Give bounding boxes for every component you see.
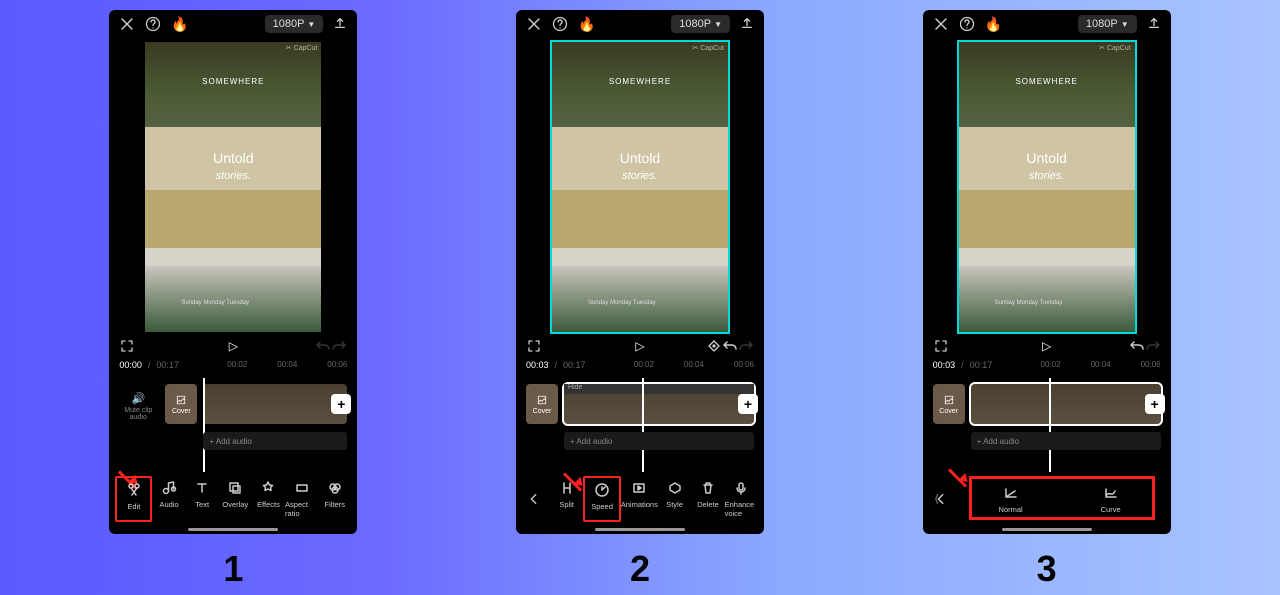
preview-text: Sunday Monday Tuesday	[588, 300, 656, 306]
overlay-tool[interactable]: Overlay	[219, 476, 252, 522]
time-display: 00:03/00:17 00:0200:0400:06	[923, 360, 1171, 370]
animations-tool[interactable]: Animations	[621, 476, 658, 522]
close-icon[interactable]	[119, 16, 135, 32]
add-audio-button[interactable]: + Add audio	[203, 432, 347, 450]
effects-tool[interactable]: Effects	[252, 476, 285, 522]
video-preview[interactable]: ✂ CapCut SOMEWHERE Untoldstories. Sunday…	[552, 42, 728, 332]
preview-text: SOMEWHERE	[609, 77, 671, 86]
watermark: ✂ CapCut	[692, 44, 724, 52]
preview-text: Untoldstories.	[1026, 150, 1066, 184]
delete-tool[interactable]: Delete	[691, 476, 724, 522]
step-number: 2	[630, 548, 650, 590]
export-button[interactable]	[1147, 16, 1161, 33]
fullscreen-icon[interactable]	[526, 338, 542, 354]
undo-icon[interactable]	[315, 338, 331, 354]
video-track[interactable]: Hide+	[564, 384, 754, 424]
playhead[interactable]	[1049, 378, 1051, 472]
style-tool[interactable]: Style	[658, 476, 691, 522]
playhead[interactable]	[642, 378, 644, 472]
hot-icon[interactable]: 🔥	[985, 16, 1002, 33]
resolution-button[interactable]: 1080P▼	[671, 15, 730, 33]
resolution-button[interactable]: 1080P▼	[265, 15, 324, 33]
redo-icon[interactable]	[738, 338, 754, 354]
add-clip-button[interactable]: +	[738, 394, 758, 414]
watermark: ✂ CapCut	[286, 44, 318, 52]
undo-icon[interactable]	[722, 338, 738, 354]
export-button[interactable]	[333, 16, 347, 33]
preview-text: Sunday Monday Tuesday	[995, 300, 1063, 306]
video-track[interactable]: +	[203, 384, 347, 424]
time-display: 00:00/00:17 00:0200:0400:06	[109, 360, 357, 370]
play-button[interactable]: ▷	[1042, 339, 1051, 353]
preview-text: SOMEWHERE	[202, 77, 264, 86]
add-clip-button[interactable]: +	[331, 394, 351, 414]
audio-tool[interactable]: Audio	[152, 476, 185, 522]
watermark: ✂ CapCut	[1099, 44, 1131, 52]
close-icon[interactable]	[526, 16, 542, 32]
home-indicator	[188, 528, 278, 531]
hot-icon[interactable]: 🔥	[171, 16, 188, 33]
video-preview[interactable]: ✂ CapCut SOMEWHERE Untoldstories. Sunday…	[145, 42, 321, 332]
preview-text: Untoldstories.	[213, 150, 253, 184]
home-indicator	[595, 528, 685, 531]
preview-text: Sunday Monday Tuesday	[181, 300, 249, 306]
preview-text: Untoldstories.	[620, 150, 660, 184]
back-button[interactable]	[522, 487, 546, 511]
play-button[interactable]: ▷	[229, 339, 238, 353]
edit-tool[interactable]: Edit	[115, 476, 152, 522]
speed-tool[interactable]: Speed	[583, 476, 620, 522]
add-clip-button[interactable]: +	[1145, 394, 1165, 414]
preview-text: SOMEWHERE	[1015, 77, 1077, 86]
undo-icon[interactable]	[1129, 338, 1145, 354]
cover-button[interactable]: Cover	[933, 384, 965, 424]
step-number: 3	[1037, 548, 1057, 590]
playhead[interactable]	[203, 378, 205, 472]
help-icon[interactable]	[959, 16, 975, 32]
mute-audio-button[interactable]: 🔊Mute clip audio	[119, 392, 157, 421]
fullscreen-icon[interactable]	[119, 338, 135, 354]
help-icon[interactable]	[145, 16, 161, 32]
aspect-tool[interactable]: Aspect ratio	[285, 476, 318, 522]
hot-icon[interactable]: 🔥	[578, 16, 595, 33]
export-button[interactable]	[740, 16, 754, 33]
video-track[interactable]: +	[971, 384, 1161, 424]
close-icon[interactable]	[933, 16, 949, 32]
play-button[interactable]: ▷	[635, 339, 644, 353]
redo-icon[interactable]	[331, 338, 347, 354]
filters-tool[interactable]: Filters	[318, 476, 351, 522]
keyframe-icon[interactable]	[706, 338, 722, 354]
fullscreen-icon[interactable]	[933, 338, 949, 354]
cover-button[interactable]: Cover	[526, 384, 558, 424]
help-icon[interactable]	[552, 16, 568, 32]
enhance-voice-tool[interactable]: Enhance voice	[725, 476, 758, 522]
cover-button[interactable]: Cover	[165, 384, 197, 424]
split-tool[interactable]: Split	[550, 476, 583, 522]
time-display: 00:03/00:17 00:0200:0400:06	[516, 360, 764, 370]
video-preview[interactable]: ✂ CapCut SOMEWHERE Untoldstories. Sunday…	[959, 42, 1135, 332]
step-number: 1	[223, 548, 243, 590]
home-indicator	[1002, 528, 1092, 531]
add-audio-button[interactable]: + Add audio	[564, 432, 754, 450]
text-tool[interactable]: Text	[186, 476, 219, 522]
redo-icon[interactable]	[1145, 338, 1161, 354]
add-audio-button[interactable]: + Add audio	[971, 432, 1161, 450]
back-button[interactable]	[929, 487, 953, 511]
resolution-button[interactable]: 1080P▼	[1078, 15, 1137, 33]
annotation-highlight	[969, 476, 1155, 520]
